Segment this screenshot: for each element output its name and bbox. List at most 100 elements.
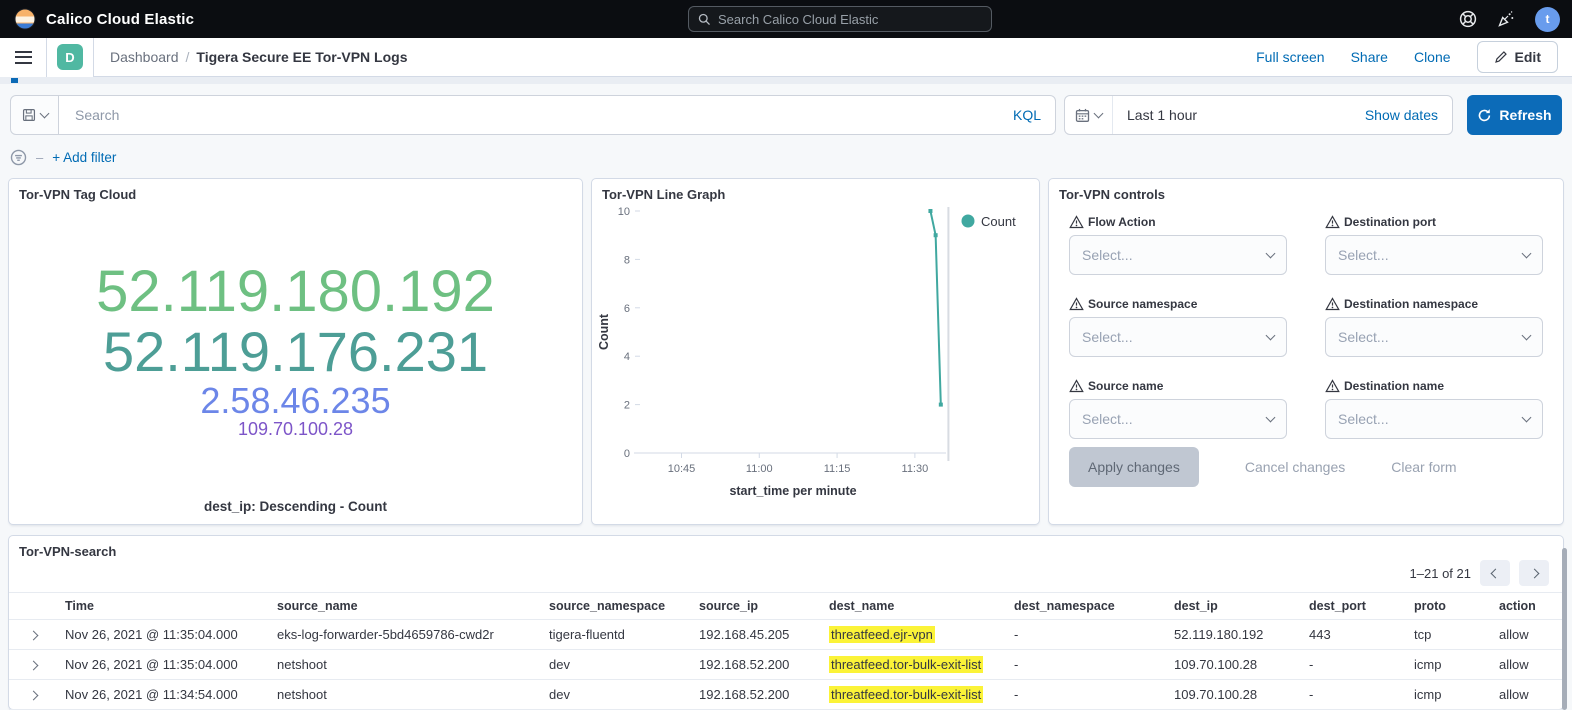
svg-text:10:45: 10:45 <box>668 463 696 475</box>
table-cell: Nov 26, 2021 @ 11:35:04.000 <box>57 650 269 680</box>
svg-text:11:00: 11:00 <box>746 463 773 475</box>
table-cell: - <box>1006 620 1166 650</box>
line-chart-svg: 024681010:4511:0011:1511:30Countstart_ti… <box>594 201 1041 513</box>
time-range-value[interactable]: Last 1 hour <box>1127 107 1197 123</box>
svg-text:4: 4 <box>624 351 630 363</box>
clear-form-button[interactable]: Clear form <box>1391 459 1456 475</box>
table-cell: tigera-fluentd <box>541 620 691 650</box>
svg-text:11:15: 11:15 <box>824 463 851 475</box>
panel-title: Tor-VPN controls <box>1059 187 1165 202</box>
table-cell: allow <box>1491 620 1563 650</box>
breadcrumb-dashboard-link[interactable]: Dashboard <box>110 49 179 65</box>
saved-query-icon <box>22 108 36 122</box>
table-cell: netshoot <box>269 680 541 710</box>
expand-row-icon[interactable] <box>28 661 38 671</box>
filter-dash: – <box>36 150 43 165</box>
tag-cloud-term[interactable]: 109.70.100.28 <box>238 420 353 439</box>
tag-cloud-term[interactable]: 52.119.176.231 <box>103 322 488 381</box>
search-input[interactable]: Search KQL <box>58 95 1056 135</box>
vertical-scrollbar-thumb[interactable] <box>1562 548 1567 710</box>
svg-text:Count: Count <box>981 214 1016 229</box>
table-cell: allow <box>1491 680 1563 710</box>
svg-text:8: 8 <box>624 254 630 266</box>
breadcrumb: Dashboard / Tigera Secure EE Tor-VPN Log… <box>94 49 407 65</box>
expand-row-icon[interactable] <box>28 691 38 701</box>
table-cell: icmp <box>1406 680 1491 710</box>
table-cell: - <box>1006 680 1166 710</box>
source-name-select[interactable]: Select... <box>1069 399 1287 439</box>
previous-page-button[interactable] <box>1480 560 1510 586</box>
svg-text:0: 0 <box>624 448 630 460</box>
flow-action-select[interactable]: Select... <box>1069 235 1287 275</box>
pencil-icon <box>1494 50 1508 64</box>
help-icon[interactable] <box>1459 10 1477 28</box>
chevron-down-icon <box>1522 412 1532 422</box>
show-dates-button[interactable]: Show dates <box>1365 107 1438 123</box>
saved-query-menu-button[interactable] <box>10 95 59 135</box>
chevron-down-icon <box>39 108 49 118</box>
add-filter-button[interactable]: + Add filter <box>52 150 116 165</box>
app-title: Calico Cloud Elastic <box>46 11 194 28</box>
edit-button[interactable]: Edit <box>1477 41 1558 73</box>
full-screen-button[interactable]: Full screen <box>1256 49 1324 65</box>
tag-cloud-term[interactable]: 2.58.46.235 <box>200 382 390 420</box>
panel-controls: Tor-VPN controls Flow Action Select... D… <box>1048 178 1564 525</box>
table-cell: 192.168.52.200 <box>691 650 821 680</box>
column-header: Time <box>57 593 269 620</box>
search-placeholder: Search <box>59 107 119 123</box>
pagination-label: 1–21 of 21 <box>1410 566 1471 581</box>
control-flow-action: Flow Action Select... <box>1069 215 1287 275</box>
chevron-down-icon <box>1266 330 1276 340</box>
elastic-logo-icon[interactable] <box>14 8 36 30</box>
kql-language-button[interactable]: KQL <box>1013 107 1041 123</box>
tag-cloud-term[interactable]: 52.119.180.192 <box>96 261 495 322</box>
table-cell: Nov 26, 2021 @ 11:34:54.000 <box>57 680 269 710</box>
refresh-button[interactable]: Refresh <box>1467 95 1562 135</box>
table-cell: tcp <box>1406 620 1491 650</box>
table-header-row: Timesource_namesource_namespacesource_ip… <box>9 593 1563 620</box>
control-destination-port: Destination port Select... <box>1325 215 1543 275</box>
tag-cloud-caption: dest_ip: Descending - Count <box>9 499 582 514</box>
destination-port-select[interactable]: Select... <box>1325 235 1543 275</box>
cancel-changes-button[interactable]: Cancel changes <box>1245 459 1345 475</box>
table-body: Nov 26, 2021 @ 11:35:04.000eks-log-forwa… <box>9 620 1563 710</box>
column-header: source_ip <box>691 593 821 620</box>
chevron-down-icon <box>1094 108 1104 118</box>
control-destination-namespace: Destination namespace Select... <box>1325 297 1543 357</box>
table-cell: 192.168.52.200 <box>691 680 821 710</box>
panel-tag-cloud: Tor-VPN Tag Cloud 52.119.180.19252.119.1… <box>8 178 583 525</box>
table-cell: 109.70.100.28 <box>1166 650 1301 680</box>
apply-changes-button[interactable]: Apply changes <box>1069 447 1199 487</box>
svg-text:Count: Count <box>597 313 611 350</box>
global-search-input[interactable]: Search Calico Cloud Elastic <box>688 6 992 32</box>
destination-name-select[interactable]: Select... <box>1325 399 1543 439</box>
share-button[interactable]: Share <box>1351 49 1388 65</box>
source-namespace-select[interactable]: Select... <box>1069 317 1287 357</box>
next-page-button[interactable] <box>1519 560 1549 586</box>
table-cell: 109.70.100.28 <box>1166 680 1301 710</box>
destination-namespace-select[interactable]: Select... <box>1325 317 1543 357</box>
column-header: dest_ip <box>1166 593 1301 620</box>
nav-bar: D Dashboard / Tigera Secure EE Tor-VPN L… <box>0 38 1572 77</box>
refresh-icon <box>1477 108 1492 123</box>
column-header: dest_port <box>1301 593 1406 620</box>
svg-text:11:30: 11:30 <box>902 463 929 475</box>
chevron-down-icon <box>1266 248 1276 258</box>
menu-button[interactable] <box>0 38 47 77</box>
svg-text:6: 6 <box>624 303 630 315</box>
clone-button[interactable]: Clone <box>1414 49 1451 65</box>
expand-row-icon[interactable] <box>28 631 38 641</box>
newsfeed-icon[interactable] <box>1497 10 1515 28</box>
hamburger-icon <box>15 51 32 64</box>
time-picker-quick-menu[interactable] <box>1065 96 1113 134</box>
user-avatar[interactable]: t <box>1535 7 1560 32</box>
calendar-icon <box>1075 108 1090 123</box>
space-switcher[interactable]: D <box>47 38 94 77</box>
table-cell: allow <box>1491 650 1563 680</box>
filter-menu-icon[interactable] <box>10 149 27 166</box>
table-cell: threatfeed.tor-bulk-exit-list <box>821 650 1006 680</box>
svg-text:2: 2 <box>624 400 630 412</box>
chevron-down-icon <box>1522 248 1532 258</box>
warning-icon <box>1325 379 1340 393</box>
space-badge: D <box>57 44 83 70</box>
